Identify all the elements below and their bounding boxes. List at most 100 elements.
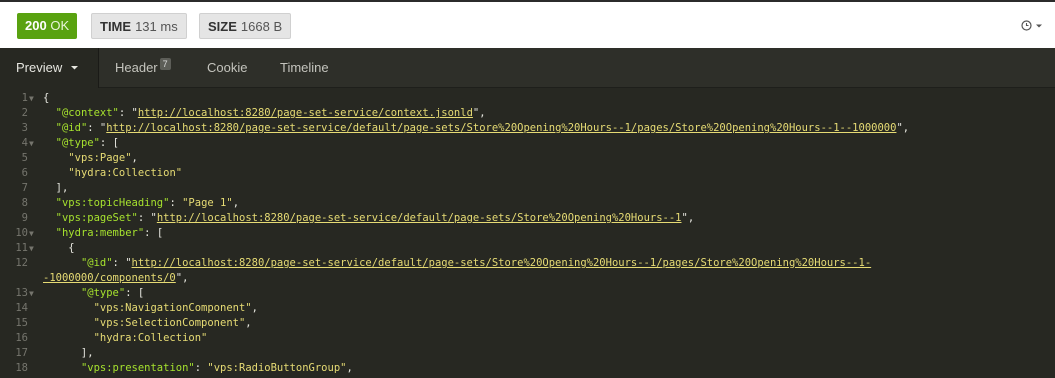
json-punct: ", [681,212,695,224]
json-link[interactable]: http://localhost:8280/page-set-service/d… [106,122,896,134]
line-number: 11 [15,242,28,254]
json-key: "vps:pageSet" [55,212,138,224]
json-punct: { [43,92,50,104]
code-text: "vps:presentation": "vps:RadioButtonGrou… [43,361,353,376]
json-link[interactable]: http://localhost:8280/page-set-service/c… [138,107,473,119]
code-line: 13 ▼ "@type": [ [0,286,1055,301]
fold-toggle-icon[interactable]: ▼ [29,241,34,256]
json-punct: : " [118,107,138,119]
tab-label: Preview [16,60,63,75]
line-number: 13 [15,287,28,299]
json-key: "@type" [55,137,100,149]
code-line: 8 "vps:topicHeading": "Page 1", [0,196,1055,211]
time-badge: TIME 131 ms [91,13,187,39]
code-line: 17 ], [0,346,1055,361]
code-line: 3 "@id": "http://localhost:8280/page-set… [0,121,1055,136]
status-code: 200 [25,18,47,33]
code-text: "@type": [ [43,286,144,301]
json-string: "vps:SelectionComponent" [93,317,246,329]
json-punct: , [232,197,240,209]
json-link[interactable]: -1000000/components/0 [43,272,176,284]
code-text: "vps:SelectionComponent", [43,316,252,331]
line-number: 14 [15,302,28,314]
fold-toggle-icon[interactable]: ▼ [29,136,34,151]
response-status-bar: 200 OK TIME 131 ms SIZE 1668 B [0,0,1055,48]
history-dropdown[interactable] [1021,16,1043,36]
line-number: 1 [21,92,28,104]
code-text: "vps:pageSet": "http://localhost:8280/pa… [43,211,695,226]
line-number: 7 [21,182,28,194]
json-key: "vps:presentation" [80,362,195,374]
code-text: "hydra:member": [ [43,226,163,241]
json-punct: ", [472,107,486,119]
code-line: -1000000/components/0", [0,271,1055,286]
line-number: 18 [15,362,28,374]
code-text: { [43,91,49,106]
chevron-down-icon [1035,19,1043,33]
status-badge: 200 OK [17,13,78,39]
json-punct: , [245,317,252,329]
json-punct: , [251,302,258,314]
json-punct: ], [43,347,94,359]
json-string: "hydra:Collection" [93,332,208,344]
code-line: 9 "vps:pageSet": "http://localhost:8280/… [0,211,1055,226]
json-key: "@id" [55,122,88,134]
line-number: 15 [15,317,28,329]
tab-preview[interactable]: Preview [0,48,99,88]
json-punct: : [ [125,287,145,299]
json-punct [43,122,56,134]
json-punct [43,257,81,269]
code-line: 10 ▼ "hydra:member": [ [0,226,1055,241]
response-tabs: Preview Header 7 Cookie Timeline [0,48,1055,88]
line-number: 2 [21,107,28,119]
json-link[interactable]: http://localhost:8280/page-set-service/d… [132,257,872,269]
code-line: 11 ▼ { [0,241,1055,256]
code-text: { [43,241,74,256]
json-punct [43,197,56,209]
code-line: 1 ▼ { [0,91,1055,106]
fold-toggle-icon[interactable]: ▼ [29,286,34,301]
code-text: ], [43,346,94,361]
json-key: "vps:topicHeading" [55,197,170,209]
json-link[interactable]: http://localhost:8280/page-set-service/d… [157,212,682,224]
code-line: 4 ▼ "@type": [ [0,136,1055,151]
json-punct: , [346,362,353,374]
clock-icon [1021,19,1035,33]
json-punct [43,332,94,344]
code-text: -1000000/components/0", [43,271,188,286]
chevron-down-icon [66,60,79,75]
json-punct: , [131,152,138,164]
header-count-badge: 7 [159,58,171,70]
code-text: "hydra:Collection" [43,166,182,181]
code-text: "@type": [ [43,136,119,151]
tab-timeline[interactable]: Timeline [280,48,329,88]
json-punct: : [ [99,137,119,149]
fold-toggle-icon[interactable]: ▼ [29,226,34,241]
json-preview[interactable]: 1 ▼{2 "@context": "http://localhost:8280/… [0,88,1055,378]
code-line: 2 "@context": "http://localhost:8280/pag… [0,106,1055,121]
fold-toggle-icon[interactable]: ▼ [29,91,34,106]
json-string: "Page 1" [182,197,233,209]
code-line: 14 "vps:NavigationComponent", [0,301,1055,316]
code-line: 16 "hydra:Collection" [0,331,1055,346]
line-number: 12 [15,257,28,269]
time-value: 131 ms [135,19,178,34]
tab-header[interactable]: Header 7 [115,48,171,88]
json-string: "vps:Page" [68,152,132,164]
json-punct: : [169,197,183,209]
json-string: "vps:NavigationComponent" [93,302,252,314]
line-number: 6 [21,167,28,179]
line-number: 17 [15,347,28,359]
size-label: SIZE [208,19,237,34]
json-punct [43,362,81,374]
json-punct: : [ [144,227,164,239]
size-badge: SIZE 1668 B [199,13,292,39]
tab-label: Header [115,60,158,75]
code-text: "vps:NavigationComponent", [43,301,258,316]
json-punct [43,137,56,149]
time-label: TIME [100,19,132,34]
tab-cookie[interactable]: Cookie [207,48,247,88]
json-punct: ", [896,122,910,134]
status-text: OK [50,18,70,33]
code-text: "@id": "http://localhost:8280/page-set-s… [43,256,871,271]
